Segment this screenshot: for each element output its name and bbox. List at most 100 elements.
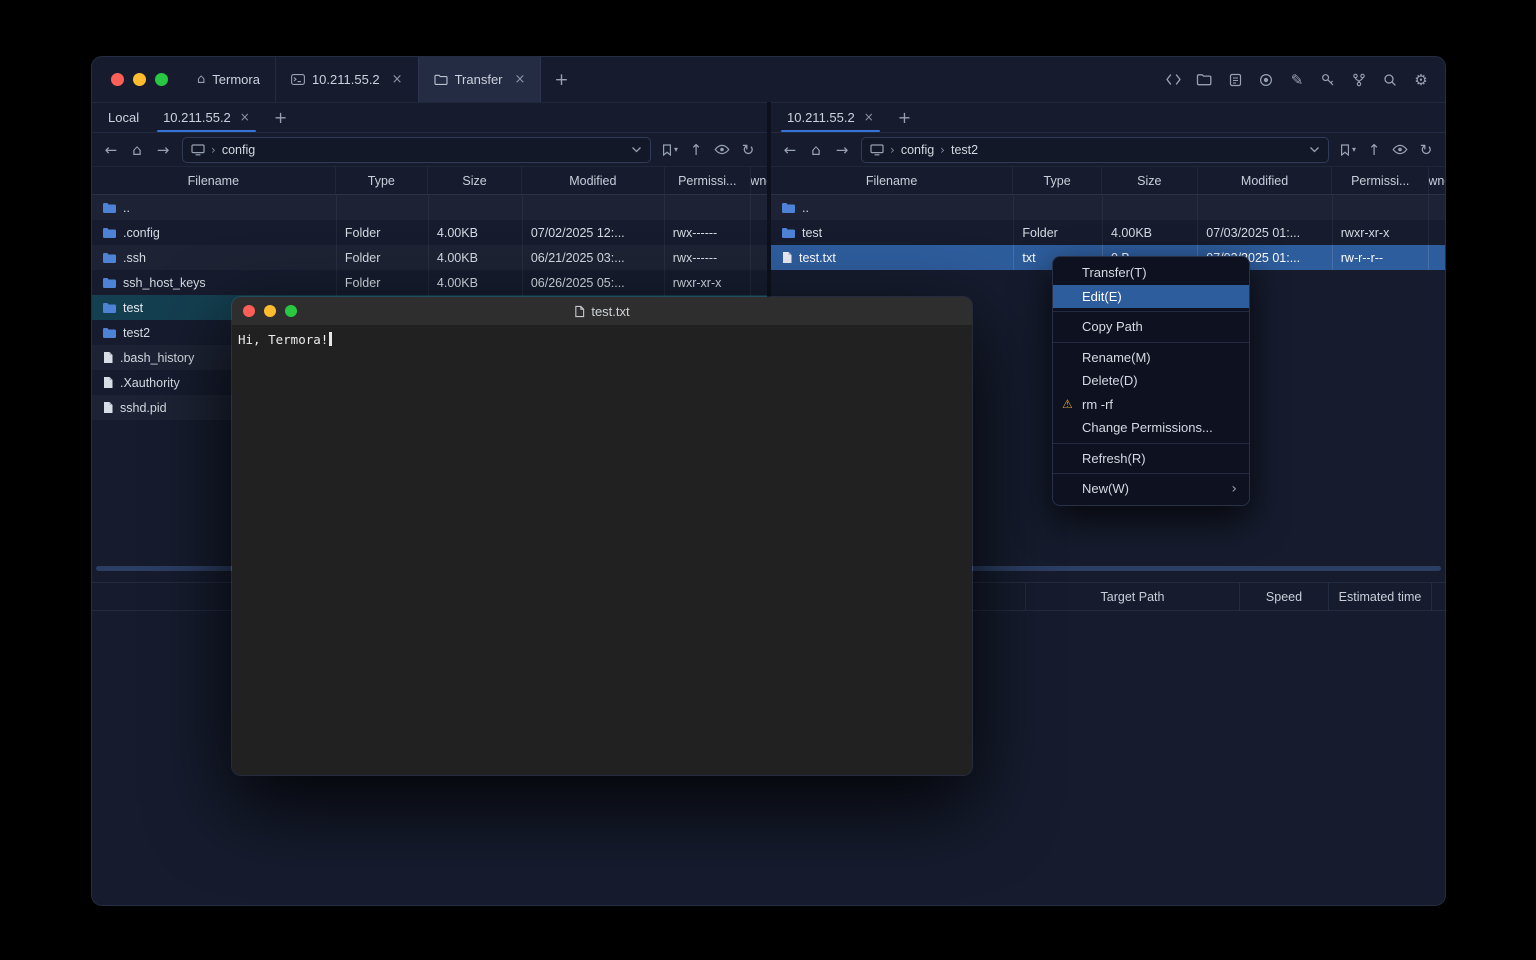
menu-item-rm-rf[interactable]: ⚠ rm -rf (1053, 393, 1249, 417)
col-owner[interactable]: Owner (1429, 167, 1445, 194)
zoom-window-button[interactable] (155, 73, 168, 86)
close-window-button[interactable] (243, 305, 255, 317)
back-button[interactable]: ← (100, 139, 122, 161)
upload-button[interactable]: ↑ (685, 139, 707, 161)
editor-window: test.txt Hi, Termora! (231, 296, 973, 776)
forward-button[interactable]: → (152, 139, 174, 161)
col-size[interactable]: Size (1102, 167, 1198, 194)
bookmark-caret-icon: ▾ (674, 145, 678, 154)
breadcrumb-segment[interactable]: config (901, 143, 934, 157)
folder-icon[interactable] (1195, 71, 1213, 89)
file-name: .. (802, 201, 809, 215)
panel-tab-local[interactable]: Local (96, 102, 151, 132)
col-type[interactable]: Type (1013, 167, 1102, 194)
close-tab-icon[interactable]: × (240, 110, 250, 124)
forward-button[interactable]: → (831, 139, 853, 161)
app-tab-host[interactable]: 10.211.55.2 × (275, 57, 418, 102)
back-button[interactable]: ← (779, 139, 801, 161)
right-pathbar: ← ⌂ → › config › test2 ▾ (771, 133, 1445, 167)
panel-new-tab-button[interactable]: + (886, 102, 923, 132)
menu-separator (1053, 342, 1249, 343)
refresh-button[interactable]: ↻ (1415, 139, 1437, 161)
panel-tab-label: 10.211.55.2 (163, 110, 231, 125)
refresh-button[interactable]: ↻ (737, 139, 759, 161)
folder-icon (102, 327, 117, 339)
path-input[interactable]: › config (182, 137, 651, 163)
panel-new-tab-button[interactable]: + (262, 102, 299, 132)
editor-title-text: test.txt (591, 304, 629, 319)
col-target-path[interactable]: Target Path (1025, 583, 1239, 610)
log-icon[interactable] (1226, 71, 1244, 89)
folder-icon (102, 252, 117, 264)
breadcrumb-segment[interactable]: config (222, 143, 255, 157)
settings-gear-icon[interactable]: ⚙ (1412, 71, 1430, 89)
file-row[interactable]: .. (92, 195, 767, 220)
bookmark-button[interactable]: ▾ (1337, 139, 1359, 161)
col-owner[interactable]: Owner (751, 167, 767, 194)
panel-tab-label: Local (108, 110, 139, 125)
col-estimated-time[interactable]: Estimated time (1328, 583, 1431, 610)
app-tab-transfer[interactable]: Transfer × (418, 57, 542, 102)
branch-icon[interactable] (1350, 71, 1368, 89)
col-modified[interactable]: Modified (1198, 167, 1333, 194)
editor-titlebar[interactable]: test.txt (232, 297, 972, 325)
chevron-down-icon[interactable] (631, 146, 642, 153)
menu-item-rename[interactable]: Rename(M) (1053, 346, 1249, 370)
home-button[interactable]: ⌂ (126, 139, 148, 161)
file-row[interactable]: .. (771, 195, 1445, 220)
app-tab-termora[interactable]: ⌂ Termora (182, 57, 275, 102)
home-button[interactable]: ⌂ (805, 139, 827, 161)
path-input[interactable]: › config › test2 (861, 137, 1329, 163)
code-icon[interactable] (1164, 71, 1182, 89)
pencil-icon[interactable]: ✎ (1288, 71, 1306, 89)
col-size[interactable]: Size (428, 167, 522, 194)
minimize-window-button[interactable] (133, 73, 146, 86)
record-icon[interactable] (1257, 71, 1275, 89)
menu-item-refresh[interactable]: Refresh(R) (1053, 447, 1249, 471)
col-permissions[interactable]: Permissi... (1332, 167, 1429, 194)
col-speed[interactable]: Speed (1239, 583, 1328, 610)
close-tab-icon[interactable]: × (515, 72, 526, 87)
file-row[interactable]: ssh_host_keys Folder 4.00KB 06/26/2025 0… (92, 270, 767, 295)
bookmark-caret-icon: ▾ (1352, 145, 1356, 154)
menu-item-change-permissions[interactable]: Change Permissions... (1053, 416, 1249, 440)
col-type[interactable]: Type (336, 167, 428, 194)
menu-item-delete[interactable]: Delete(D) (1053, 369, 1249, 393)
close-window-button[interactable] (111, 73, 124, 86)
show-hidden-eye-button[interactable] (1389, 139, 1411, 161)
terminal-icon (291, 74, 305, 85)
menu-item-new[interactable]: New(W) › (1053, 477, 1249, 501)
upload-button[interactable]: ↑ (1363, 139, 1385, 161)
close-tab-icon[interactable]: × (864, 110, 874, 124)
breadcrumb-separator: › (940, 143, 945, 157)
col-permissions[interactable]: Permissi... (665, 167, 751, 194)
file-row[interactable]: .config Folder 4.00KB 07/02/2025 12:... … (92, 220, 767, 245)
key-icon[interactable] (1319, 71, 1337, 89)
menu-item-transfer[interactable]: Transfer(T) (1053, 261, 1249, 285)
panel-tab-host[interactable]: 10.211.55.2 × (151, 102, 262, 132)
file-icon (102, 401, 114, 414)
menu-item-edit[interactable]: Edit(E) (1053, 285, 1249, 309)
chevron-down-icon[interactable] (1309, 146, 1320, 153)
show-hidden-eye-button[interactable] (711, 139, 733, 161)
close-tab-icon[interactable]: × (392, 72, 403, 87)
folder-icon (102, 202, 117, 214)
folder-icon (102, 302, 117, 314)
menu-item-copy-path[interactable]: Copy Path (1053, 315, 1249, 339)
search-icon[interactable] (1381, 71, 1399, 89)
menu-separator (1053, 473, 1249, 474)
file-row[interactable]: test Folder 4.00KB 07/03/2025 01:... rwx… (771, 220, 1445, 245)
breadcrumb-segment[interactable]: test2 (951, 143, 978, 157)
editor-content[interactable]: Hi, Termora! (232, 325, 972, 776)
col-filename[interactable]: Filename (92, 167, 336, 194)
file-row[interactable]: .ssh Folder 4.00KB 06/21/2025 03:... rwx… (92, 245, 767, 270)
file-name: .config (123, 226, 160, 240)
new-app-tab-button[interactable]: + (541, 57, 581, 102)
bookmark-button[interactable]: ▾ (659, 139, 681, 161)
col-filename[interactable]: Filename (771, 167, 1013, 194)
col-modified[interactable]: Modified (522, 167, 664, 194)
panel-tab-host[interactable]: 10.211.55.2 × (775, 102, 886, 132)
minimize-window-button[interactable] (264, 305, 276, 317)
left-panel-tabbar: Local 10.211.55.2 × + (92, 102, 767, 133)
zoom-window-button[interactable] (285, 305, 297, 317)
